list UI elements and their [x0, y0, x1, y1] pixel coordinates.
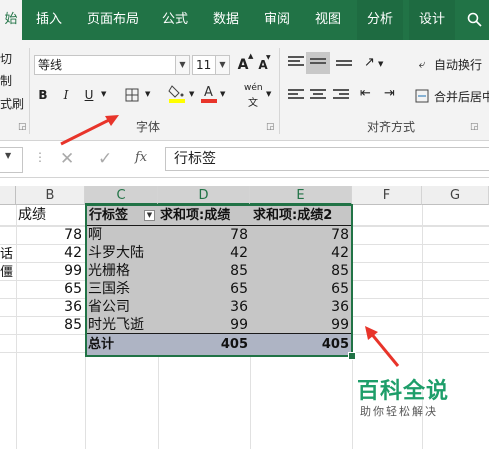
- underline-button[interactable]: U: [82, 85, 96, 105]
- merge-center-button[interactable]: 合并后居中: [434, 88, 489, 105]
- column-header-e[interactable]: E: [250, 186, 352, 205]
- wrap-text-button[interactable]: 自动换行: [434, 56, 482, 73]
- phonetic-guide-button[interactable]: wén: [244, 83, 263, 93]
- font-name-combo[interactable]: 等线 ▼: [34, 55, 190, 75]
- tab-insert[interactable]: 插入: [27, 0, 71, 40]
- align-middle-icon[interactable]: [306, 52, 330, 74]
- chevron-down-icon[interactable]: ▼: [189, 90, 194, 98]
- increase-indent-icon[interactable]: ⇥: [384, 86, 395, 101]
- annotation-arrow-icon: [60, 115, 119, 146]
- fill-color-icon[interactable]: [167, 83, 187, 103]
- chevron-down-icon[interactable]: ▼: [378, 60, 383, 68]
- cell-a-fragment[interactable]: 僵: [0, 262, 13, 283]
- tab-analyze[interactable]: 分析: [357, 0, 403, 40]
- chevron-down-icon[interactable]: ▼: [101, 90, 106, 98]
- selection-outline: [85, 204, 353, 357]
- merge-center-icon: [414, 86, 430, 106]
- wrap-text-icon: ⤶: [418, 57, 426, 71]
- cell-b-value[interactable]: 78: [16, 226, 82, 244]
- cell-b-value[interactable]: 85: [16, 316, 82, 334]
- font-launcher-icon[interactable]: ◲: [266, 122, 275, 132]
- align-right-icon[interactable]: [333, 89, 349, 103]
- chevron-down-icon[interactable]: ▼: [220, 90, 225, 98]
- italic-button[interactable]: I: [59, 85, 73, 105]
- ribbon-tab-bar: 始 插入 页面布局 公式 数据 审阅 视图 分析 设计: [0, 0, 489, 40]
- column-header-a[interactable]: [0, 186, 16, 205]
- chevron-down-icon[interactable]: ▼: [266, 90, 271, 98]
- format-painter-label[interactable]: 式刷: [0, 95, 24, 112]
- column-header-d[interactable]: D: [158, 186, 250, 205]
- tab-design[interactable]: 设计: [409, 0, 455, 40]
- font-group-label: 字体: [136, 120, 161, 134]
- cell-b-value[interactable]: 99: [16, 262, 82, 280]
- chevron-down-icon[interactable]: ▼: [5, 151, 11, 160]
- font-color-icon[interactable]: A: [200, 83, 218, 103]
- group-divider: [279, 48, 280, 134]
- cell-b-value[interactable]: 36: [16, 298, 82, 316]
- font-name-value: 等线: [38, 58, 63, 72]
- shrink-arrow-icon: ▼: [266, 54, 271, 61]
- annotation-arrow-icon: [365, 326, 400, 367]
- tab-view[interactable]: 视图: [305, 0, 351, 40]
- cancel-icon[interactable]: ✕: [60, 149, 74, 169]
- cell-b-value[interactable]: 42: [16, 244, 82, 262]
- borders-icon[interactable]: [122, 85, 142, 105]
- insert-function-button[interactable]: fx: [135, 150, 147, 165]
- decrease-indent-icon[interactable]: ⇤: [360, 86, 371, 101]
- grow-arrow-icon: ▲: [248, 52, 254, 60]
- svg-text:A: A: [204, 85, 213, 100]
- tab-page-layout[interactable]: 页面布局: [78, 0, 148, 40]
- group-divider: [29, 48, 30, 134]
- tab-data[interactable]: 数据: [203, 0, 249, 40]
- align-bottom-icon[interactable]: [336, 56, 352, 70]
- cell-b-value[interactable]: 65: [16, 280, 82, 298]
- align-left-icon[interactable]: [288, 89, 304, 103]
- fill-handle[interactable]: [348, 352, 356, 360]
- align-top-icon[interactable]: [288, 56, 304, 70]
- column-header-f[interactable]: F: [352, 186, 422, 205]
- bold-button[interactable]: B: [36, 85, 50, 105]
- tab-home[interactable]: 始: [0, 0, 22, 40]
- font-size-combo[interactable]: 11 ▼: [192, 55, 230, 75]
- chevron-down-icon[interactable]: ▼: [145, 90, 150, 98]
- phonetic-icon: 文: [248, 98, 258, 109]
- chevron-down-icon[interactable]: ▼: [215, 56, 229, 74]
- chevron-down-icon[interactable]: ▼: [175, 56, 189, 74]
- tab-review[interactable]: 审阅: [255, 0, 299, 40]
- column-header-g[interactable]: G: [422, 186, 489, 205]
- orientation-icon[interactable]: ↗: [364, 55, 375, 70]
- font-size-value: 11: [196, 58, 212, 72]
- enter-icon[interactable]: ✓: [98, 149, 112, 169]
- column-header-c[interactable]: C: [85, 186, 158, 205]
- name-box[interactable]: ▼: [0, 147, 23, 173]
- alignment-launcher-icon[interactable]: ◲: [470, 122, 479, 132]
- watermark-logo: 百科全说: [357, 379, 450, 404]
- align-center-icon[interactable]: [310, 89, 326, 103]
- formula-input[interactable]: 行标签: [165, 147, 489, 171]
- copy-label[interactable]: 制: [0, 72, 12, 89]
- cell-b-header[interactable]: 成绩: [18, 205, 46, 226]
- search-icon[interactable]: [460, 0, 489, 40]
- tab-formulas[interactable]: 公式: [153, 0, 197, 40]
- drag-handle-icon[interactable]: ⋮: [34, 150, 46, 164]
- clipboard-launcher-icon[interactable]: ◲: [18, 122, 27, 132]
- column-header-b[interactable]: B: [16, 186, 85, 205]
- alignment-group-label: 对齐方式: [367, 120, 416, 134]
- cut-label[interactable]: 切: [0, 50, 12, 67]
- watermark-tagline: 助你轻松解决: [360, 405, 438, 418]
